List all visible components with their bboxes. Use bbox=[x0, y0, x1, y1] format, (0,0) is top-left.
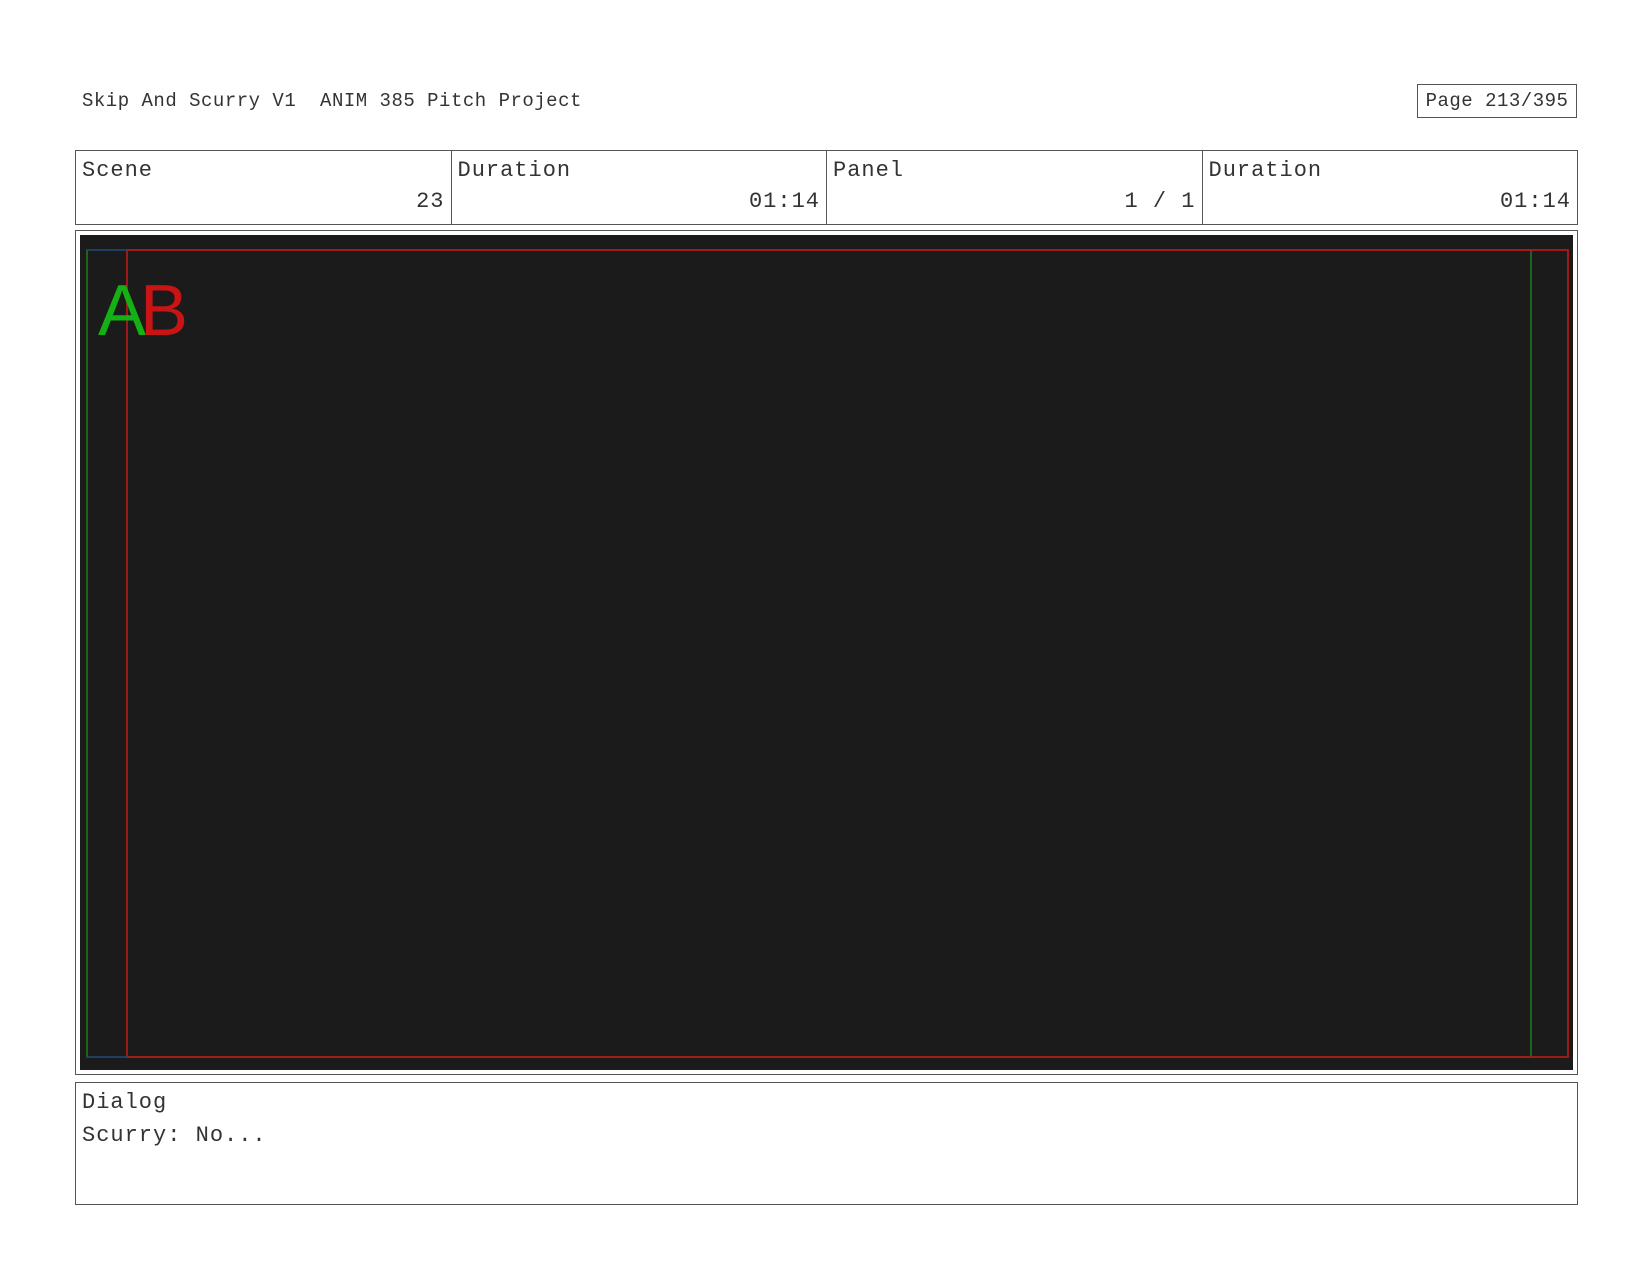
project-title: Skip And Scurry V1 ANIM 385 Pitch Projec… bbox=[82, 90, 582, 112]
panel-info-table: Scene 23 Duration 01:14 Panel 1 / 1 Dura… bbox=[75, 150, 1578, 225]
dialog-text: Scurry: No... bbox=[82, 1123, 267, 1148]
red-camera-frame bbox=[126, 249, 1569, 1058]
scene-duration-cell: Duration 01:14 bbox=[452, 151, 827, 224]
dialog-label: Dialog bbox=[82, 1090, 168, 1115]
scene-value: 23 bbox=[416, 189, 445, 214]
marker-b-label: B bbox=[140, 271, 188, 351]
green-camera-frame bbox=[86, 249, 1532, 1058]
panel-duration-value: 01:14 bbox=[1499, 189, 1571, 214]
camera-guides: A B bbox=[86, 249, 1569, 1058]
scene-duration-value: 01:14 bbox=[748, 189, 820, 214]
panel-value: 1 / 1 bbox=[1124, 189, 1196, 214]
panel-duration-label: Duration bbox=[1208, 158, 1323, 183]
scene-label: Scene bbox=[82, 158, 154, 183]
storyboard-panel-image: A B bbox=[80, 235, 1573, 1070]
panel-duration-cell: Duration 01:14 bbox=[1203, 151, 1578, 224]
scene-duration-label: Duration bbox=[457, 158, 572, 183]
storyboard-panel-frame: A B bbox=[75, 230, 1578, 1075]
page-number: Page 213/395 bbox=[1417, 84, 1577, 118]
marker-a-label: A bbox=[98, 271, 146, 351]
panel-cell: Panel 1 / 1 bbox=[827, 151, 1203, 224]
dialog-box: Dialog Scurry: No... bbox=[75, 1082, 1578, 1205]
panel-label: Panel bbox=[833, 158, 905, 183]
scene-cell: Scene 23 bbox=[76, 151, 452, 224]
